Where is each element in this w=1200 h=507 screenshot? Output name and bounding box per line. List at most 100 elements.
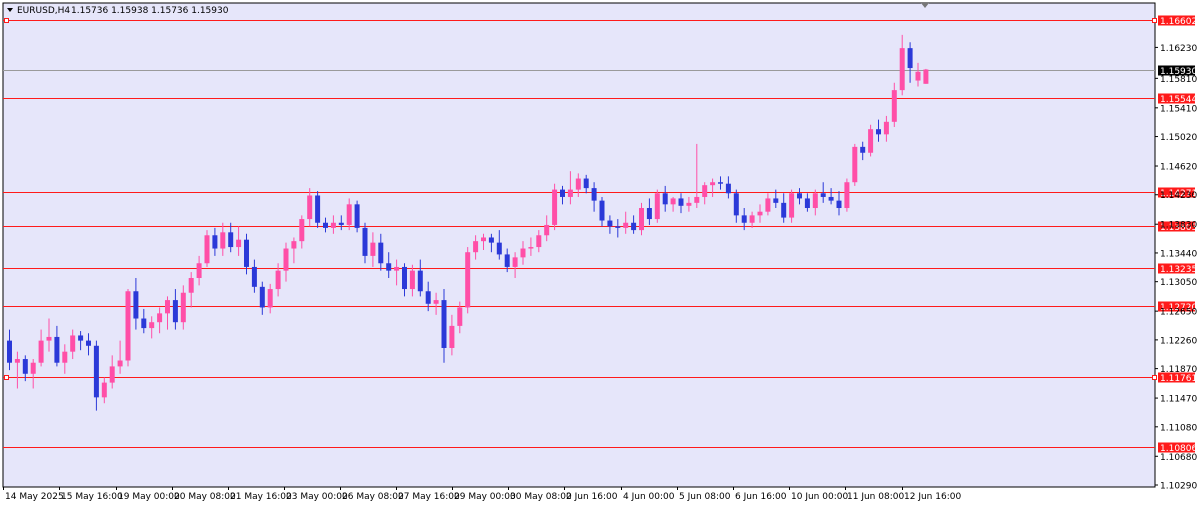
candle-body bbox=[338, 222, 344, 225]
candle-body bbox=[125, 291, 131, 361]
candle-body bbox=[891, 90, 897, 122]
candle bbox=[868, 124, 874, 157]
candle-body bbox=[710, 182, 716, 186]
candle-body bbox=[425, 291, 431, 304]
level-anchor-handle[interactable] bbox=[4, 18, 9, 23]
candle-body bbox=[149, 322, 155, 329]
candle-body bbox=[860, 146, 866, 153]
candle-body bbox=[639, 208, 644, 231]
time-tick-label: 30 May 08:00 bbox=[510, 492, 572, 502]
candle-body bbox=[299, 219, 305, 242]
candle-body bbox=[591, 188, 597, 201]
time-tick-label: 4 Jun 00:00 bbox=[623, 492, 675, 502]
candle-body bbox=[544, 224, 550, 236]
candle bbox=[923, 68, 929, 84]
candle-body bbox=[488, 237, 494, 243]
candle-body bbox=[615, 226, 621, 228]
time-tick-label: 5 Jun 08:00 bbox=[679, 492, 731, 502]
candle-body bbox=[899, 48, 905, 91]
level-anchor-handle[interactable] bbox=[1152, 18, 1157, 23]
candle-body bbox=[188, 277, 194, 293]
candle-body bbox=[441, 300, 447, 348]
candle-body bbox=[417, 270, 423, 292]
candle-body bbox=[662, 193, 668, 205]
candle-body bbox=[631, 222, 637, 231]
price-chart[interactable]: 1.166021.155441.142711.138031.132351.127… bbox=[0, 0, 1200, 507]
candle-body bbox=[86, 340, 91, 346]
price-tick-label: 1.10290 bbox=[1160, 482, 1197, 492]
time-tick-label: 23 May 00:00 bbox=[286, 492, 348, 502]
candle-body bbox=[836, 200, 842, 209]
candle-body bbox=[433, 300, 439, 304]
candle-body bbox=[109, 366, 115, 383]
candle-body bbox=[236, 239, 242, 248]
candle-body bbox=[228, 232, 234, 248]
price-tick-label: 1.15020 bbox=[1160, 133, 1197, 143]
chart-window[interactable]: 1.16602 1.15544 1.14271 1.13803 1.13235 1.127… bbox=[0, 0, 1200, 507]
candle-body bbox=[552, 189, 558, 225]
candle-body bbox=[646, 208, 652, 220]
candle-body bbox=[220, 232, 226, 249]
candle-body bbox=[180, 292, 186, 323]
candle-body bbox=[828, 196, 834, 201]
price-tick-label: 1.15810 bbox=[1160, 75, 1197, 85]
candle-body bbox=[528, 247, 534, 249]
price-tick-label: 1.13440 bbox=[1160, 249, 1197, 259]
time-tick-label: 29 May 00:00 bbox=[454, 492, 516, 502]
candle-body bbox=[386, 263, 392, 271]
candle-body bbox=[804, 198, 810, 209]
candle-body bbox=[789, 193, 795, 218]
level-anchor-handle[interactable] bbox=[1152, 375, 1157, 380]
candle bbox=[465, 247, 471, 314]
candle-body bbox=[560, 189, 565, 197]
candle-body bbox=[315, 195, 321, 223]
price-tick-label: 1.13050 bbox=[1160, 278, 1197, 288]
price-tick-label: 1.10680 bbox=[1160, 453, 1197, 463]
candle-body bbox=[623, 222, 629, 228]
price-tick-label: 1.11470 bbox=[1160, 395, 1197, 405]
candle-body bbox=[457, 307, 463, 326]
candle-body bbox=[583, 178, 589, 189]
candle-body bbox=[54, 336, 60, 363]
candle-body bbox=[536, 235, 542, 248]
time-tick-label: 10 Jun 00:00 bbox=[791, 492, 848, 502]
time-axis: 14 May 202515 May 16:0019 May 00:0020 Ma… bbox=[3, 487, 961, 502]
candle bbox=[354, 200, 360, 233]
candle-body bbox=[725, 183, 731, 194]
candle-body bbox=[749, 215, 755, 223]
candle-body bbox=[520, 248, 526, 258]
candle-body bbox=[678, 198, 684, 206]
candle-body bbox=[915, 71, 921, 81]
candle-body bbox=[876, 129, 881, 135]
candle-body bbox=[259, 286, 265, 308]
ohlc-label: 1.15736 1.15938 1.15736 1.15930 bbox=[71, 6, 229, 16]
time-tick-label: 6 Jun 16:00 bbox=[735, 492, 787, 502]
candle-body bbox=[844, 182, 850, 209]
candle-body bbox=[512, 257, 518, 267]
candle-body bbox=[283, 248, 289, 271]
candle-body bbox=[907, 48, 913, 69]
time-tick-label: 19 May 00:00 bbox=[118, 492, 180, 502]
candle-body bbox=[157, 313, 163, 323]
candle-body bbox=[868, 129, 874, 153]
candle-body bbox=[323, 222, 328, 228]
plot-area bbox=[2, 2, 1156, 488]
candle-body bbox=[291, 241, 297, 249]
candle-body bbox=[504, 254, 510, 267]
time-tick-label: 27 May 16:00 bbox=[398, 492, 460, 502]
candle-body bbox=[354, 204, 360, 228]
level-anchor-handle[interactable] bbox=[4, 375, 9, 380]
candle-body bbox=[812, 193, 818, 209]
price-tick-label: 1.12650 bbox=[1160, 308, 1197, 318]
candle-body bbox=[773, 198, 779, 203]
candle-body bbox=[30, 362, 36, 374]
candle-body bbox=[78, 335, 84, 341]
candle-body bbox=[575, 178, 581, 190]
candle-body bbox=[172, 300, 178, 323]
candle-body bbox=[46, 336, 52, 341]
candle-body bbox=[7, 340, 12, 363]
candle-body bbox=[251, 266, 257, 287]
candle-body bbox=[244, 239, 249, 267]
candle-body bbox=[465, 252, 471, 308]
time-tick-label: 14 May 2025 bbox=[5, 492, 64, 502]
